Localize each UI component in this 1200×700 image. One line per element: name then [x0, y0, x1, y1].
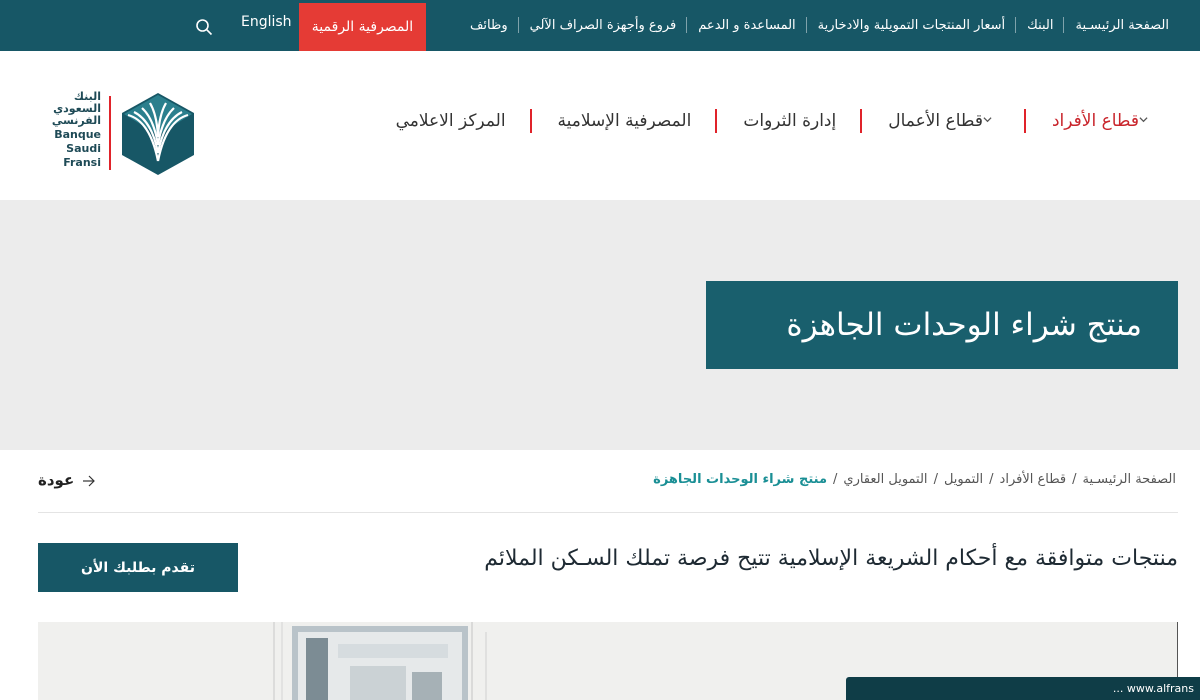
page-title: منتج شراء الوحدات الجاهزة	[706, 281, 1178, 369]
product-intro: منتجات متوافقة مع أحكام الشريعة الإسلامي…	[484, 546, 1178, 571]
language-switch-link[interactable]: English	[241, 14, 292, 30]
chevron-down-icon	[1139, 116, 1148, 122]
main-header: البنك السعودي الفرنسي Banque Saudi Frans…	[0, 51, 1200, 200]
main-nav-wealth[interactable]: إدارة الثروات	[717, 108, 863, 134]
breadcrumb-current: منتج شراء الوحدات الجاهزة	[653, 472, 827, 487]
status-url-bar: ... www.alfrans	[846, 677, 1200, 700]
apply-now-button[interactable]: تقدم بطلبك الأن	[38, 543, 238, 592]
bank-logo[interactable]: البنك السعودي الفرنسي Banque Saudi Frans…	[48, 91, 198, 176]
main-nav-personal[interactable]: قطاع الأفراد	[1026, 108, 1156, 134]
breadcrumb-personal[interactable]: قطاع الأفراد	[1000, 472, 1067, 487]
breadcrumb-financing[interactable]: التمويل	[944, 472, 983, 487]
chevron-down-icon	[983, 116, 992, 122]
breadcrumb-separator: /	[933, 472, 938, 487]
top-nav-help[interactable]: المساعدة و الدعم	[687, 0, 808, 51]
logo-english-line-2: Saudi	[66, 142, 101, 155]
breadcrumb: الصفحة الرئيسـية / قطاع الأفراد / التموي…	[653, 472, 1176, 487]
breadcrumb-separator: /	[833, 472, 838, 487]
logo-divider	[109, 96, 111, 170]
top-nav-bank[interactable]: البنك	[1016, 0, 1065, 51]
main-nav-personal-label: قطاع الأفراد	[1051, 111, 1139, 131]
main-nav-islamic[interactable]: المصرفية الإسلامية	[532, 108, 718, 134]
arrow-right-icon	[83, 475, 96, 487]
logo-english-line-1: Banque	[54, 128, 101, 141]
breadcrumb-home[interactable]: الصفحة الرئيسـية	[1082, 472, 1176, 487]
bank-emblem-icon	[122, 93, 194, 175]
section-divider	[38, 512, 1178, 513]
top-nav: الصفحة الرئيسـية البنك أسعار المنتجات ال…	[459, 0, 1180, 51]
main-nav-media[interactable]: المركز الاعلامي	[370, 108, 532, 134]
back-link[interactable]: عودة	[38, 471, 96, 489]
main-nav: قطاع الأفراد قطاع الأعمال إدارة الثروات …	[370, 108, 1156, 134]
main-nav-business-label: قطاع الأعمال	[888, 111, 983, 131]
top-nav-careers[interactable]: وظائف	[459, 0, 519, 51]
top-utility-bar: الصفحة الرئيسـية البنك أسعار المنتجات ال…	[0, 0, 1200, 51]
logo-arabic-line-3: الفرنسي	[51, 114, 101, 127]
logo-english-line-3: Fransi	[63, 156, 101, 169]
top-nav-branches[interactable]: فروع وأجهزة الصراف الآلي	[519, 0, 688, 51]
back-label: عودة	[38, 471, 75, 489]
breadcrumb-separator: /	[989, 472, 994, 487]
breadcrumb-real-estate[interactable]: التمويل العقاري	[843, 472, 927, 487]
main-nav-business[interactable]: قطاع الأعمال	[862, 108, 1026, 134]
digital-banking-button[interactable]: المصرفية الرقمية	[299, 3, 426, 51]
hero-banner: منتج شراء الوحدات الجاهزة	[0, 200, 1200, 450]
top-nav-home[interactable]: الصفحة الرئيسـية	[1064, 0, 1180, 51]
logo-wordmark: البنك السعودي الفرنسي Banque Saudi Frans…	[48, 91, 101, 169]
top-nav-rates[interactable]: أسعار المنتجات التمويلية والادخارية	[807, 0, 1017, 51]
search-icon[interactable]	[195, 18, 213, 36]
breadcrumb-separator: /	[1072, 472, 1077, 487]
